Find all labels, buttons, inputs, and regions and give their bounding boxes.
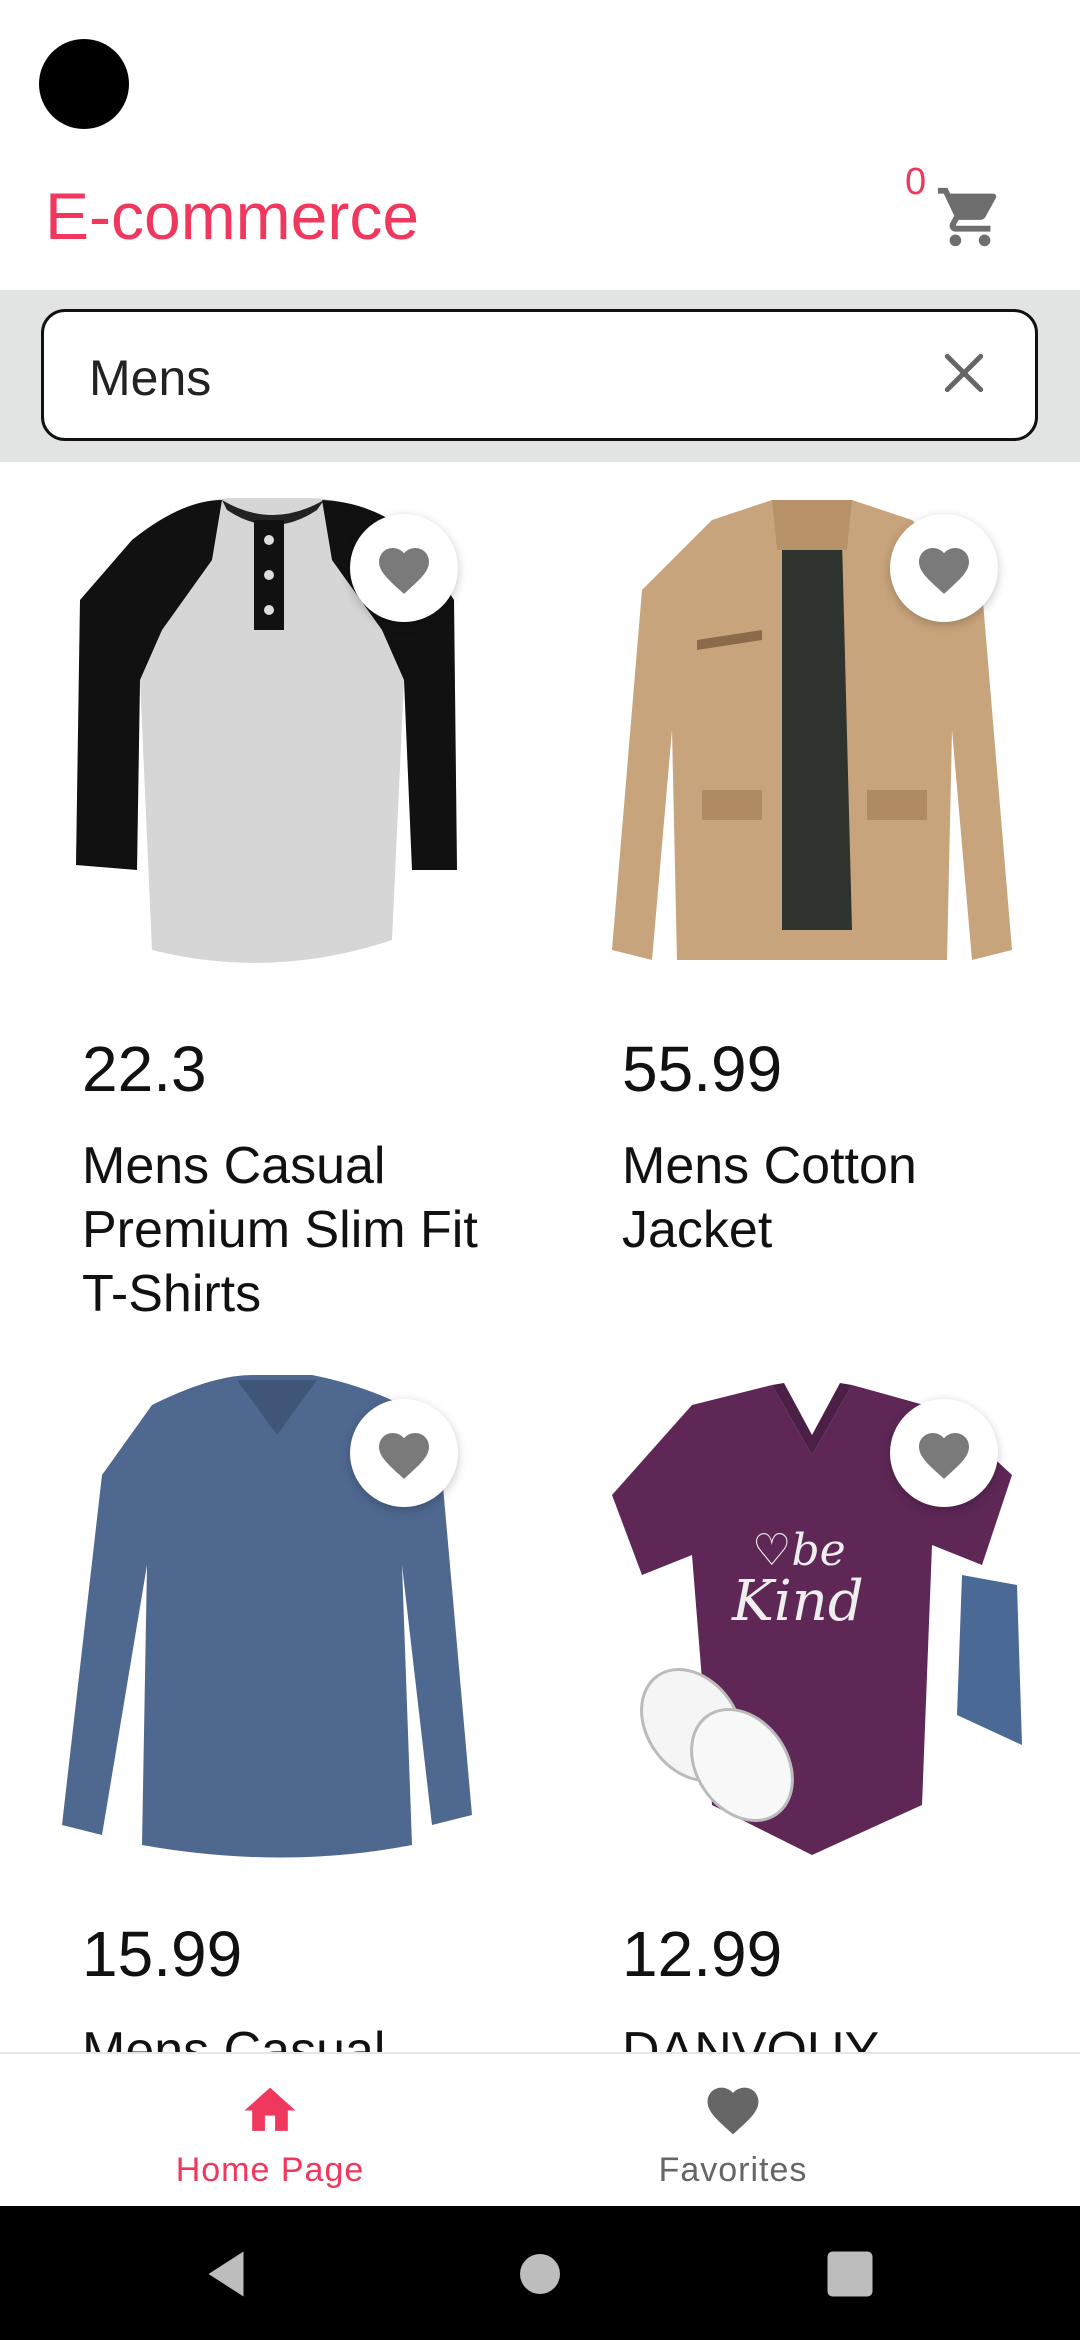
product-card[interactable]: 15.99 Mens Casual	[0, 1347, 540, 2052]
favorite-button[interactable]	[350, 514, 458, 622]
nav-item-label: Home Page	[175, 2151, 365, 2189]
back-icon[interactable]	[196, 2244, 256, 2304]
recents-icon[interactable]	[820, 2244, 880, 2304]
nav-item-label: Favorites	[658, 2151, 808, 2189]
product-card[interactable]: ♡be Kind 12.99 DANVOUY	[540, 1347, 1080, 2052]
favorite-button[interactable]	[890, 514, 998, 622]
search-input-value[interactable]: Mens	[89, 350, 211, 406]
heart-icon	[919, 548, 969, 594]
system-navigation-bar	[0, 2206, 1080, 2340]
product-name: Mens Cotton Jacket	[622, 1137, 917, 1259]
heart-icon	[379, 548, 429, 594]
search-input[interactable]: Mens	[41, 309, 1038, 441]
favorite-button[interactable]	[350, 1399, 458, 1507]
product-grid: 22.3 Mens Casual Premium Slim Fit T-Shir…	[0, 462, 1080, 2052]
app-title: E-commerce	[45, 179, 420, 253]
product-price: 55.99	[622, 1033, 783, 1105]
cart-button[interactable]: 0	[905, 160, 1015, 260]
heart-icon	[379, 1433, 429, 1479]
home-circle-icon[interactable]	[510, 2244, 570, 2304]
screen: E-commerce 0 Mens 22.3 Mens Casual Premi…	[0, 0, 1080, 2340]
product-price: 12.99	[622, 1918, 783, 1990]
bottom-navigation: Home Page Favorites	[0, 2052, 1080, 2206]
home-icon	[244, 2087, 296, 2131]
product-price: 22.3	[82, 1033, 207, 1105]
heart-icon	[919, 1433, 969, 1479]
svg-text:Kind: Kind	[731, 1569, 864, 1634]
heart-icon	[707, 2087, 759, 2135]
nav-item-home[interactable]: Home Page	[0, 2054, 540, 2208]
product-price: 15.99	[82, 1918, 243, 1990]
product-name: Mens Casual Premium Slim Fit T-Shirts	[82, 1137, 478, 1323]
nav-item-favorites[interactable]: Favorites	[463, 2054, 1003, 2208]
cart-count-badge: 0	[905, 161, 927, 203]
product-card[interactable]: 22.3 Mens Casual Premium Slim Fit T-Shir…	[0, 462, 540, 1342]
product-name: Mens Casual	[82, 2022, 386, 2052]
product-name: DANVOUY	[622, 2022, 880, 2052]
shopping-cart-icon	[937, 187, 997, 247]
product-card[interactable]: 55.99 Mens Cotton Jacket	[540, 462, 1080, 1342]
favorite-button[interactable]	[890, 1399, 998, 1507]
close-icon[interactable]	[939, 348, 989, 398]
camera-cutout	[39, 39, 129, 129]
